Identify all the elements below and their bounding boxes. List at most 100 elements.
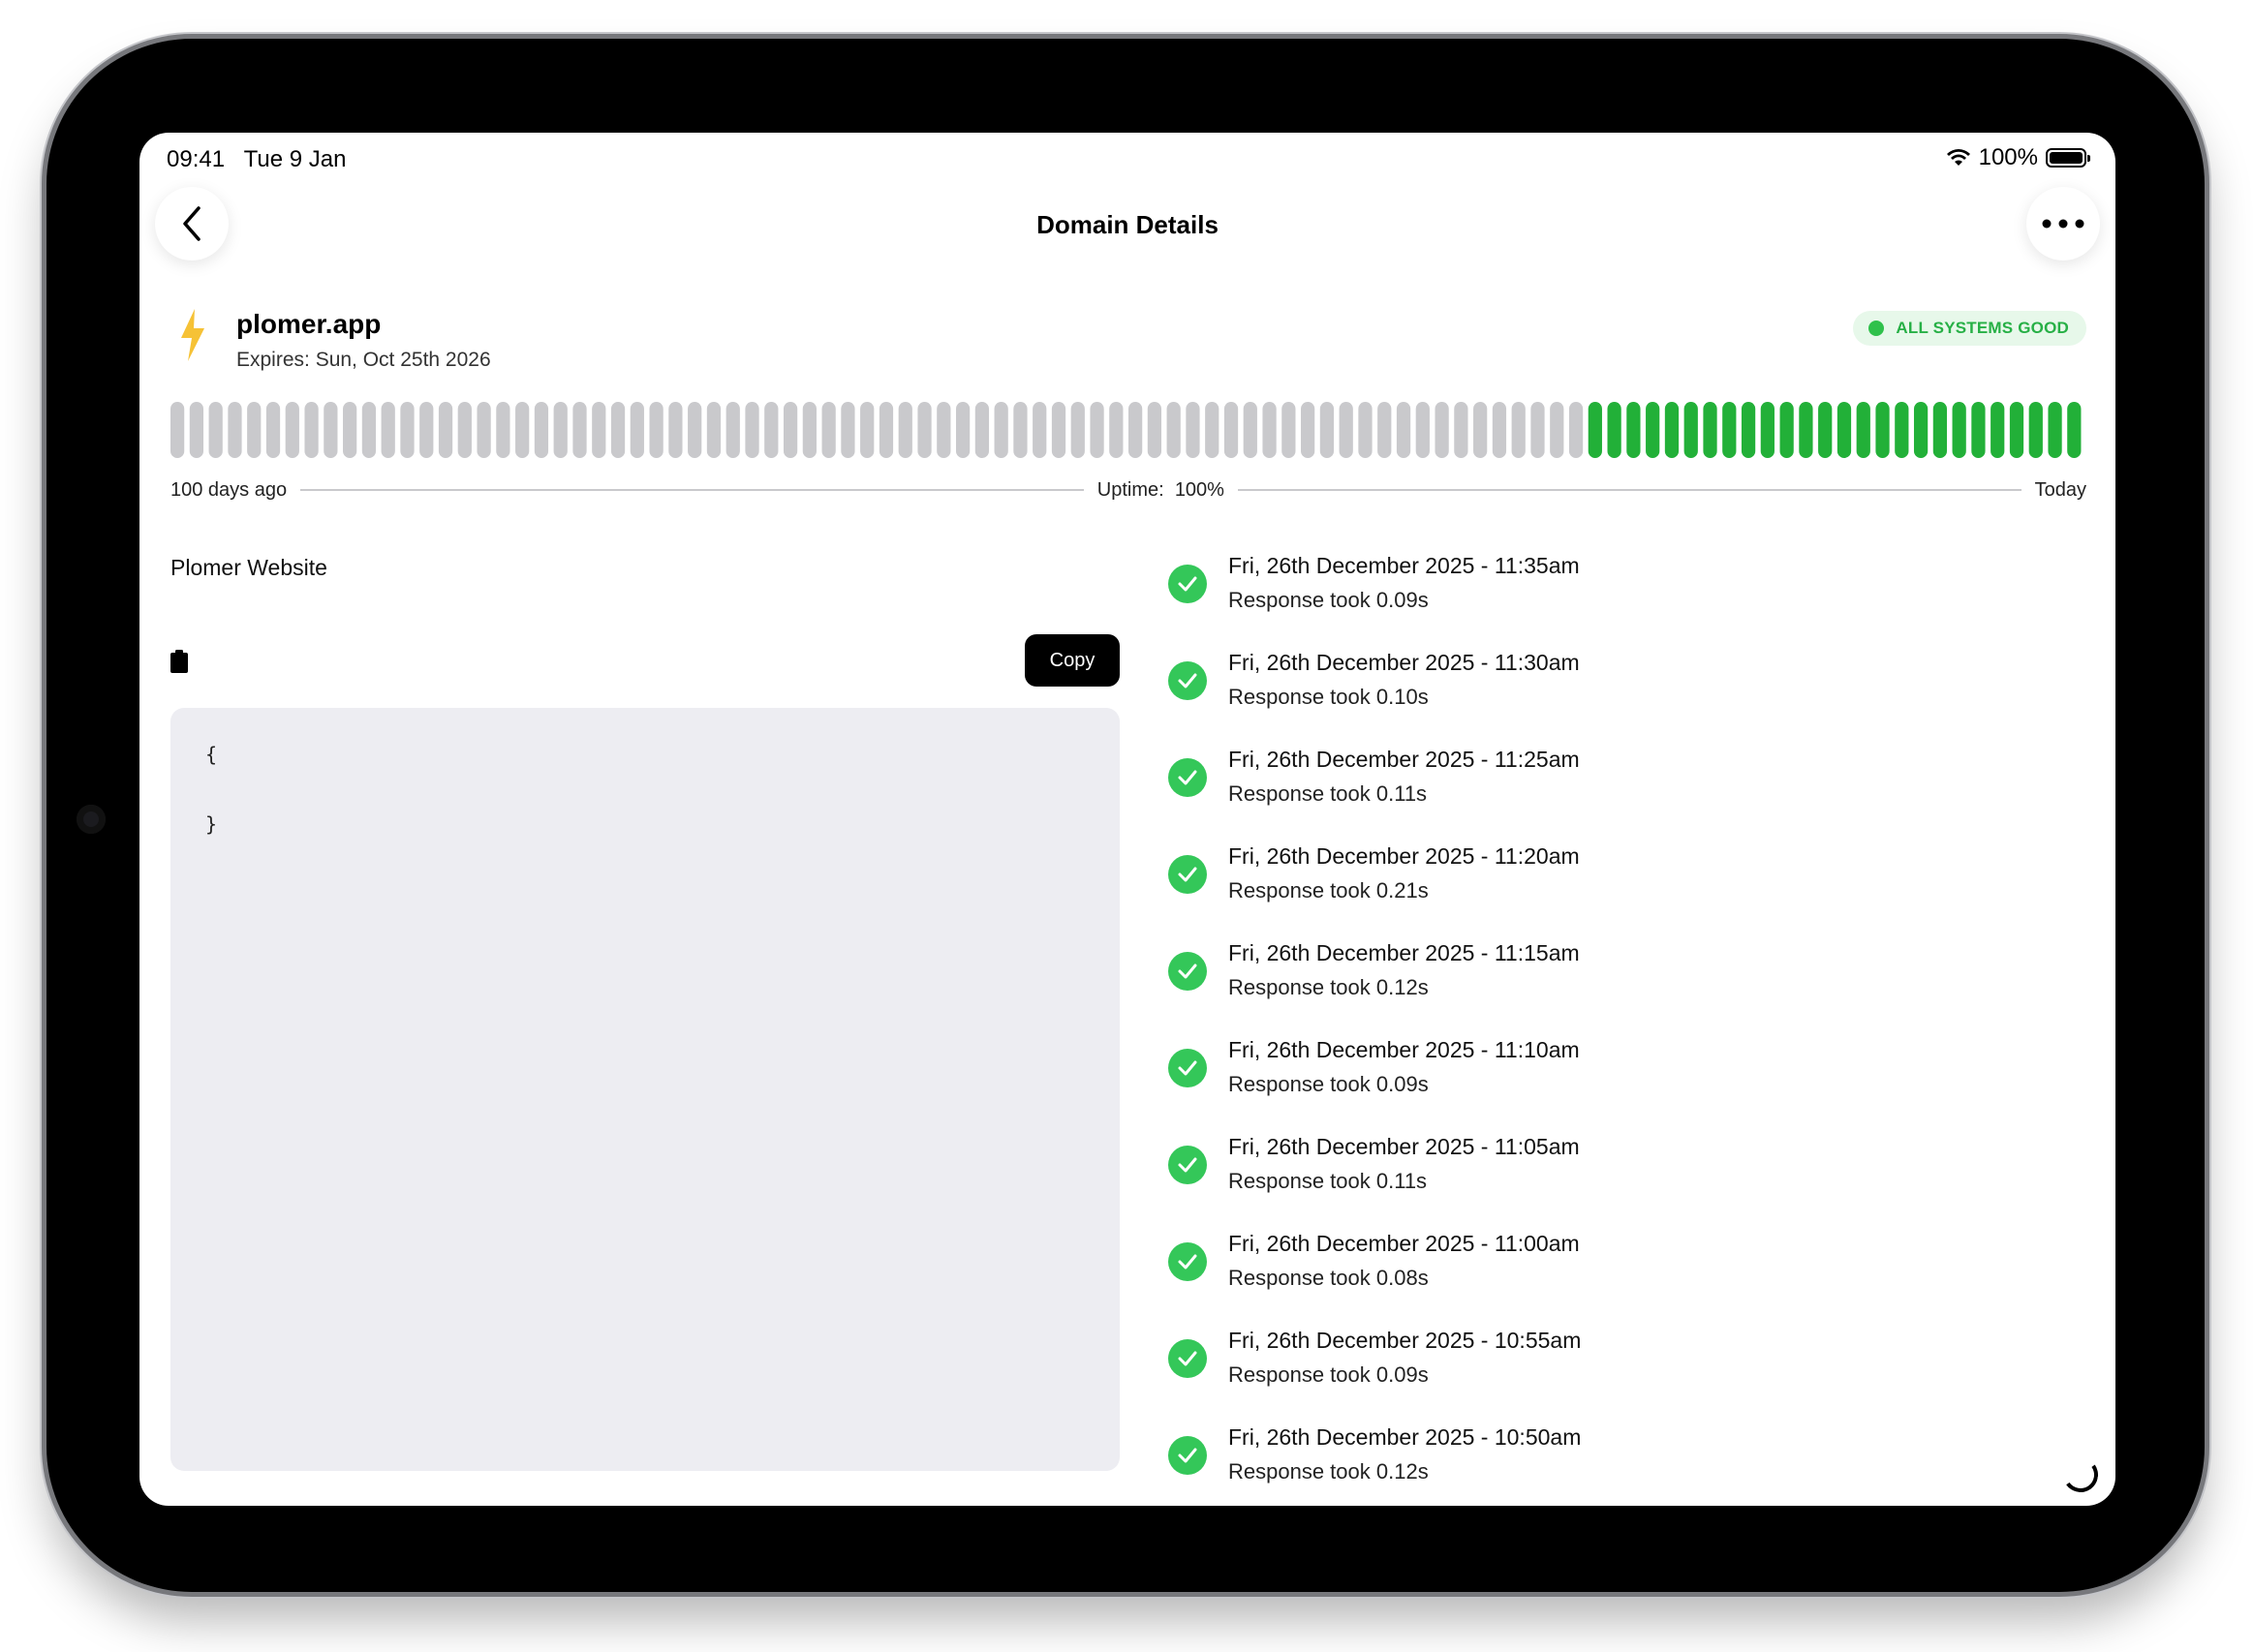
uptime-day-bar-no-data[interactable] [419,402,434,458]
uptime-day-bar-no-data[interactable] [1568,402,1584,458]
uptime-day-bar-no-data[interactable] [1205,402,1219,458]
uptime-day-bar-no-data[interactable] [515,402,530,458]
uptime-day-bar-no-data[interactable] [706,402,722,458]
uptime-day-bar-no-data[interactable] [1530,402,1545,458]
uptime-day-bar-no-data[interactable] [725,402,740,458]
uptime-day-bar-no-data[interactable] [1454,402,1468,458]
uptime-day-bar-no-data[interactable] [668,402,683,458]
uptime-day-bar-no-data[interactable] [496,402,510,458]
uptime-day-bar-no-data[interactable] [208,402,223,458]
uptime-day-bar-no-data[interactable] [189,402,204,458]
uptime-day-bar-no-data[interactable] [688,402,702,458]
uptime-day-bar-no-data[interactable] [898,402,912,458]
uptime-day-bar-no-data[interactable] [1473,402,1488,458]
uptime-day-bar-no-data[interactable] [1090,402,1104,458]
uptime-day-bar-up[interactable] [1971,402,1986,458]
uptime-day-bar-no-data[interactable] [304,402,319,458]
uptime-day-bar-no-data[interactable] [610,402,626,458]
uptime-day-bar-up[interactable] [1952,402,1966,458]
uptime-day-bar-no-data[interactable] [343,402,357,458]
uptime-day-bar-no-data[interactable] [324,402,338,458]
code-block[interactable]: { } [170,708,1120,1471]
uptime-day-bar-up[interactable] [1818,402,1833,458]
uptime-day-bar-up[interactable] [1913,402,1929,458]
uptime-day-bar-no-data[interactable] [477,402,491,458]
uptime-day-bar-no-data[interactable] [917,402,932,458]
uptime-day-bar-no-data[interactable] [994,402,1008,458]
uptime-day-bar-up[interactable] [1836,402,1852,458]
uptime-day-bar-no-data[interactable] [228,402,242,458]
uptime-day-bar-no-data[interactable] [1415,402,1430,458]
copy-button[interactable]: Copy [1025,634,1120,687]
uptime-day-bar-up[interactable] [1760,402,1775,458]
uptime-day-bar-up[interactable] [1703,402,1717,458]
uptime-day-bar-no-data[interactable] [955,402,971,458]
uptime-day-bar-no-data[interactable] [860,402,875,458]
uptime-day-bar-no-data[interactable] [1435,402,1449,458]
uptime-day-bar-up[interactable] [1932,402,1947,458]
uptime-day-bar-no-data[interactable] [265,402,281,458]
uptime-day-bar-no-data[interactable] [1186,402,1200,458]
uptime-day-bar-no-data[interactable] [1319,402,1335,458]
uptime-day-bar-no-data[interactable] [764,402,779,458]
uptime-day-bar-up[interactable] [1646,402,1660,458]
uptime-day-bar-no-data[interactable] [1051,402,1066,458]
uptime-day-bar-no-data[interactable] [1396,402,1411,458]
uptime-day-bar-no-data[interactable] [400,402,415,458]
uptime-day-bar-no-data[interactable] [170,402,185,458]
uptime-day-bar-no-data[interactable] [974,402,989,458]
uptime-day-bar-no-data[interactable] [1109,402,1124,458]
uptime-day-bar-no-data[interactable] [1128,402,1143,458]
uptime-day-bar-no-data[interactable] [1223,402,1239,458]
uptime-day-bar-up[interactable] [1875,402,1890,458]
uptime-day-bar-up[interactable] [1799,402,1813,458]
uptime-day-bar-up[interactable] [1895,402,1909,458]
uptime-day-bar-no-data[interactable] [247,402,262,458]
uptime-day-bar-no-data[interactable] [438,402,453,458]
uptime-day-bar-up[interactable] [1683,402,1698,458]
uptime-day-bar-no-data[interactable] [1281,402,1296,458]
uptime-day-bar-up[interactable] [2028,402,2043,458]
uptime-day-bar-no-data[interactable] [649,402,664,458]
uptime-day-bar-up[interactable] [1588,402,1602,458]
uptime-day-bar-no-data[interactable] [1033,402,1047,458]
uptime-day-bar-up[interactable] [2067,402,2082,458]
uptime-day-bar-no-data[interactable] [572,402,587,458]
uptime-day-bar-no-data[interactable] [1339,402,1353,458]
uptime-day-bar-no-data[interactable] [783,402,798,458]
uptime-day-bar-no-data[interactable] [802,402,817,458]
uptime-day-bar-up[interactable] [1991,402,2005,458]
uptime-day-bar-no-data[interactable] [745,402,759,458]
uptime-day-bar-no-data[interactable] [1147,402,1162,458]
uptime-day-bar-no-data[interactable] [879,402,894,458]
uptime-day-bar-no-data[interactable] [937,402,951,458]
more-options-button[interactable] [2026,187,2100,260]
uptime-day-bar-no-data[interactable] [1013,402,1028,458]
uptime-day-bar-no-data[interactable] [1511,402,1526,458]
uptime-day-bar-up[interactable] [2048,402,2062,458]
uptime-day-bar-no-data[interactable] [457,402,472,458]
uptime-day-bar-no-data[interactable] [381,402,395,458]
uptime-day-bar-no-data[interactable] [1377,402,1392,458]
uptime-day-bar-no-data[interactable] [1070,402,1085,458]
uptime-day-bar-no-data[interactable] [1550,402,1564,458]
uptime-day-bar-no-data[interactable] [553,402,568,458]
uptime-day-bar-up[interactable] [1856,402,1870,458]
uptime-day-bar-no-data[interactable] [821,402,836,458]
uptime-day-bar-no-data[interactable] [1492,402,1507,458]
uptime-day-bar-no-data[interactable] [592,402,606,458]
uptime-day-bar-no-data[interactable] [361,402,377,458]
uptime-day-bar-up[interactable] [2009,402,2024,458]
uptime-day-bar-no-data[interactable] [841,402,855,458]
uptime-day-bar-up[interactable] [1741,402,1756,458]
uptime-day-bar-no-data[interactable] [1243,402,1257,458]
uptime-day-bar-up[interactable] [1664,402,1680,458]
uptime-day-bar-no-data[interactable] [1262,402,1277,458]
uptime-day-bar-no-data[interactable] [1166,402,1181,458]
uptime-day-bar-up[interactable] [1626,402,1641,458]
uptime-day-bar-no-data[interactable] [285,402,299,458]
uptime-day-bar-no-data[interactable] [1358,402,1373,458]
uptime-day-bar-no-data[interactable] [534,402,549,458]
uptime-day-bar-up[interactable] [1722,402,1737,458]
uptime-day-bar-up[interactable] [1607,402,1621,458]
